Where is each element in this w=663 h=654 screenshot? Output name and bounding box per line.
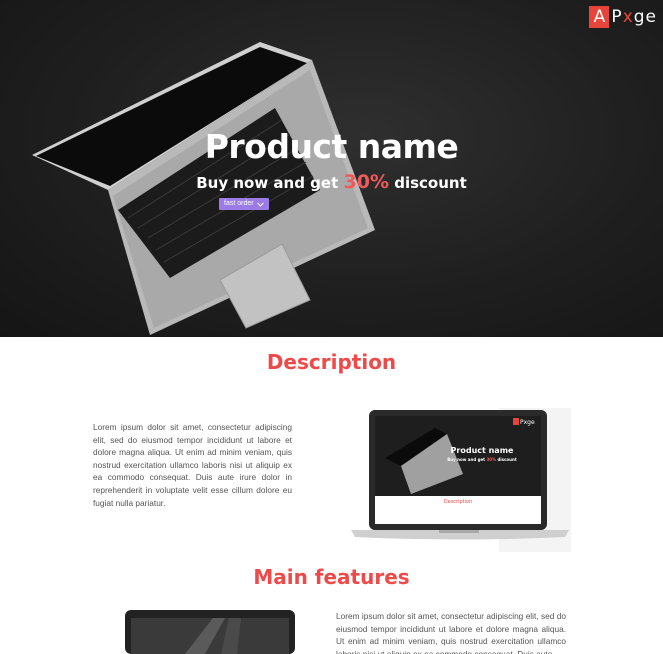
features-laptop-image: [125, 610, 295, 654]
logo-mark: A: [589, 6, 610, 28]
mockup-subtitle: Buy now and get 30% discount: [447, 457, 517, 462]
features-text: Lorem ipsum dolor sit amet, consectetur …: [336, 611, 566, 654]
fast-order-button[interactable]: fast order: [219, 198, 269, 210]
brand-logo[interactable]: A Pxge: [589, 5, 657, 29]
chevron-down-icon: [256, 201, 264, 207]
svg-text:Pxge: Pxge: [520, 419, 535, 426]
hero-section: A Pxge Product name Buy now and get 30% …: [0, 0, 663, 337]
mockup-title: Product name: [450, 446, 514, 455]
fast-order-label: fast order: [224, 200, 254, 207]
mockup-section-title: Description: [443, 499, 473, 505]
logo-wordmark: Pxge: [611, 7, 657, 27]
laptop-mockup-image: Pxge Product name Buy now and get 30% di…: [349, 408, 571, 557]
description-title: Description: [266, 350, 397, 374]
hero-subtitle: Buy now and get 30% discount: [196, 171, 467, 193]
features-title: Main features: [253, 565, 410, 589]
hero-title: Product name: [204, 127, 459, 166]
discount-value: 30%: [343, 171, 389, 193]
description-text: Lorem ipsum dolor sit amet, consectetur …: [93, 422, 292, 508]
